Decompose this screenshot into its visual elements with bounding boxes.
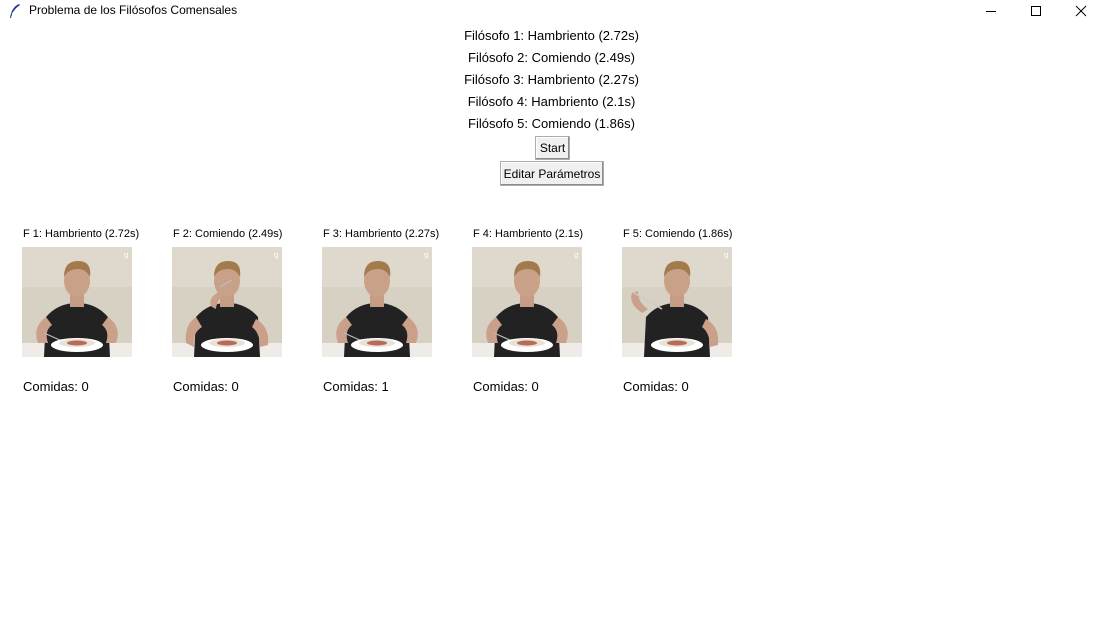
close-button[interactable] [1058,0,1103,22]
close-icon [1075,2,1087,21]
maximize-button[interactable] [1013,0,1059,22]
philosopher-label: F 3: Hambriento (2.27s) [323,228,440,240]
minimize-button[interactable] [968,0,1014,22]
svg-text:g: g [424,251,428,259]
philosopher-label: F 4: Hambriento (2.1s) [473,228,584,240]
status-philosopher-3: Filósofo 3: Hambriento (2.27s) [464,72,639,87]
philosopher-label: F 1: Hambriento (2.72s) [23,228,140,240]
meals-counter: Comidas: 0 [23,379,89,394]
philosopher-image: g [622,247,732,357]
meals-counter: Comidas: 0 [173,379,239,394]
philosopher-image: g [472,247,582,357]
meals-counter: Comidas: 0 [473,379,539,394]
window-title: Problema de los Filósofos Comensales [29,3,238,17]
svg-text:g: g [124,251,128,259]
feather-icon [8,3,22,19]
status-philosopher-1: Filósofo 1: Hambriento (2.72s) [464,28,639,43]
edit-parameters-button[interactable]: Editar Parámetros [500,161,604,186]
svg-text:g: g [274,251,278,259]
maximize-icon [1030,2,1042,21]
app-window: Problema de los Filósofos Comensales Fil… [0,0,1103,626]
svg-text:g: g [574,251,578,259]
svg-text:g: g [724,251,728,259]
status-philosopher-4: Filósofo 4: Hambriento (2.1s) [467,94,636,109]
start-button[interactable]: Start [535,136,570,160]
status-philosopher-5: Filósofo 5: Comiendo (1.86s) [468,116,635,131]
philosopher-label: F 5: Comiendo (1.86s) [623,228,733,240]
philosopher-image: g [22,247,132,357]
philosopher-image: g [172,247,282,357]
philosopher-image: g [322,247,432,357]
philosopher-label: F 2: Comiendo (2.49s) [173,228,283,240]
title-bar[interactable]: Problema de los Filósofos Comensales [0,0,1103,25]
meals-counter: Comidas: 1 [323,379,389,394]
status-philosopher-2: Filósofo 2: Comiendo (2.49s) [468,50,635,65]
minimize-icon [985,2,997,21]
meals-counter: Comidas: 0 [623,379,689,394]
